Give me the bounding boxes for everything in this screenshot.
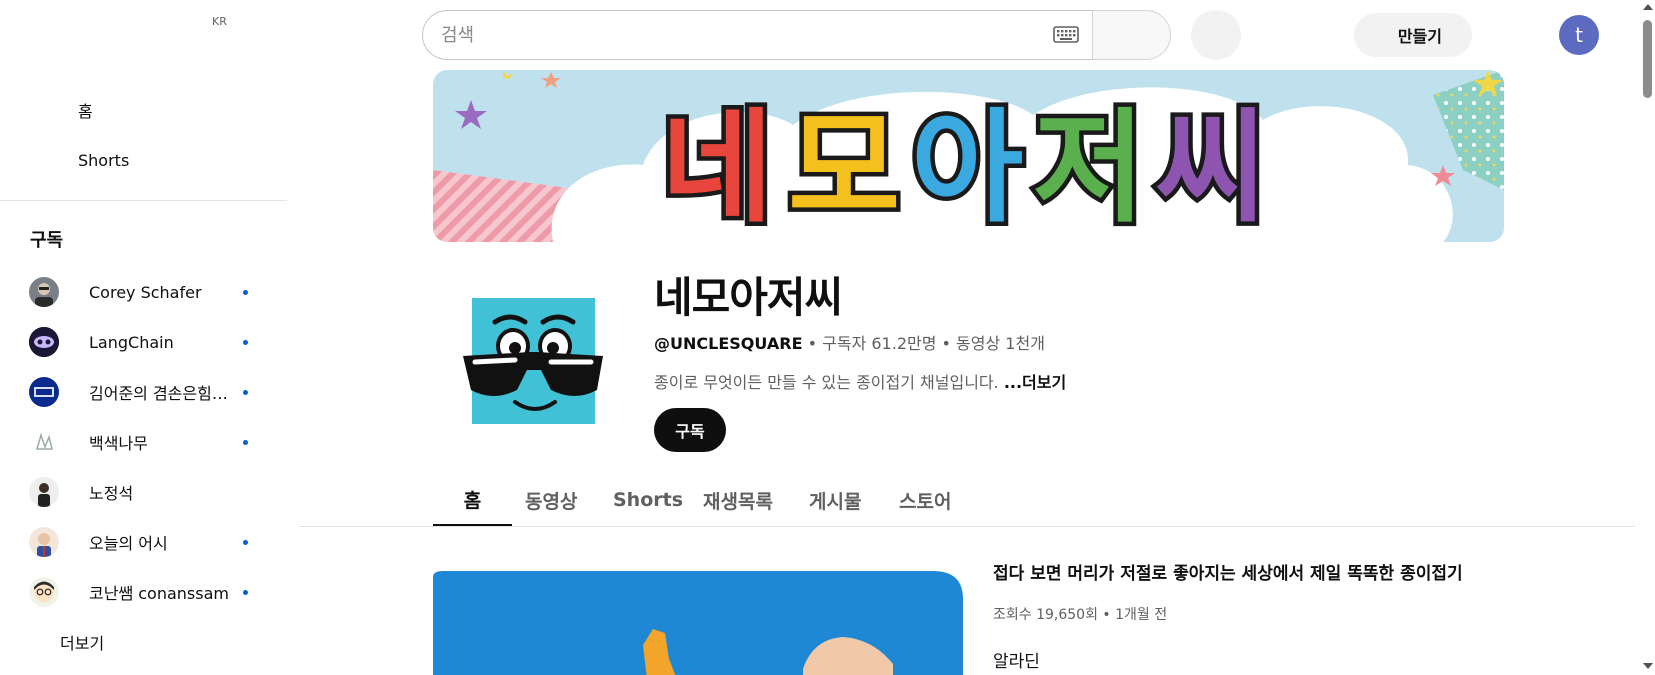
featured-video-thumbnail[interactable] xyxy=(433,559,963,675)
channel-meta: @UNCLESQUARE • 구독자 61.2만명 • 동영상 1천개 xyxy=(654,330,1045,354)
sidebar: KR 홈 Shorts 구독 Corey Schafer LangChain 김… xyxy=(0,0,287,675)
channel-avatar-icon xyxy=(29,577,59,607)
subscription-label: 코난쌤 conanssam xyxy=(89,584,229,603)
channel-avatar-icon xyxy=(29,477,59,507)
page-scrollbar[interactable] xyxy=(1640,0,1655,675)
subscription-item[interactable]: 김어준의 겸손은힘들다 뉴스공장 xyxy=(12,372,276,412)
subscription-item[interactable]: LangChain xyxy=(12,322,276,362)
sidebar-divider xyxy=(0,200,287,201)
channel-description-text: 종이로 무엇이든 만들 수 있는 종이접기 채널입니다. xyxy=(654,373,1004,392)
voice-search-button[interactable] xyxy=(1191,10,1241,60)
sidebar-item-label: 홈 xyxy=(78,102,93,121)
channel-stats: • 구독자 61.2만명 • 동영상 1천개 xyxy=(802,334,1045,353)
channel-description[interactable]: 종이로 무엇이든 만들 수 있는 종이접기 채널입니다. ...더보기 xyxy=(654,369,1066,393)
search-input[interactable] xyxy=(441,11,1041,59)
home-icon xyxy=(30,98,54,122)
tab-posts[interactable]: 게시물 xyxy=(809,474,861,526)
featured-video-title[interactable]: 접다 보면 머리가 저절로 좋아지는 세상에서 제일 똑똑한 종이접기 xyxy=(993,559,1463,584)
description-more-link[interactable]: ...더보기 xyxy=(1004,373,1066,392)
tab-playlists[interactable]: 재생목록 xyxy=(703,474,773,526)
scroll-up-icon[interactable] xyxy=(1643,4,1653,10)
new-content-dot xyxy=(243,540,248,545)
subscribe-button[interactable]: 구독 xyxy=(654,408,726,452)
channel-avatar-icon xyxy=(29,427,59,457)
svg-text:아: 아 xyxy=(911,97,1023,239)
search-box xyxy=(422,10,1092,60)
featured-video-description: 알라딘 xyxy=(993,652,1040,672)
sidebar-item-home[interactable]: 홈 xyxy=(12,90,276,130)
tab-store[interactable]: 스토어 xyxy=(899,474,951,526)
featured-video-stats: 조회수 19,650회 • 1개월 전 xyxy=(993,607,1168,623)
subscription-item[interactable]: 오늘의 어시 xyxy=(12,522,276,562)
new-content-dot xyxy=(243,390,248,395)
new-content-dot xyxy=(243,290,248,295)
subscription-item[interactable]: 노정석 xyxy=(12,472,276,512)
channel-tabs: 홈 동영상 Shorts 재생목록 게시물 스토어 xyxy=(299,474,1635,527)
subscription-label: 노정석 xyxy=(89,484,134,503)
logo-region[interactable]: KR xyxy=(0,0,287,56)
new-content-dot xyxy=(243,340,248,345)
user-avatar[interactable]: t xyxy=(1559,15,1599,55)
new-content-dot xyxy=(243,440,248,445)
svg-text:저: 저 xyxy=(1033,97,1145,239)
sidebar-item-shorts[interactable]: Shorts xyxy=(12,140,276,180)
svg-text:씨: 씨 xyxy=(1155,97,1267,239)
channel-avatar xyxy=(455,290,605,440)
sidebar-item-label: Shorts xyxy=(78,150,130,170)
tab-shorts[interactable]: Shorts xyxy=(613,474,683,526)
shorts-icon xyxy=(30,148,54,172)
subscription-item[interactable]: 백색나무 xyxy=(12,422,276,462)
subscription-label: 김어준의 겸손은힘들다 뉴스공장 xyxy=(89,384,234,403)
country-code: KR xyxy=(212,15,227,28)
subscription-label: 백색나무 xyxy=(89,434,148,453)
show-more-button[interactable]: 더보기 xyxy=(12,622,276,662)
subscription-item[interactable]: Corey Schafer xyxy=(12,272,276,312)
tab-videos[interactable]: 동영상 xyxy=(525,474,577,526)
channel-avatar-icon xyxy=(29,377,59,407)
banner-title: 네 모 아 저 씨 xyxy=(657,93,1272,243)
channel-avatar-icon xyxy=(29,277,59,307)
svg-text:네: 네 xyxy=(661,97,773,239)
search-button[interactable] xyxy=(1092,10,1171,60)
create-label: 만들기 xyxy=(1397,27,1442,46)
tab-home[interactable]: 홈 xyxy=(433,474,512,526)
subscription-label: Corey Schafer xyxy=(89,282,202,302)
show-more-label: 더보기 xyxy=(60,634,105,653)
subscriptions-title[interactable]: 구독 xyxy=(30,226,63,252)
channel-name: 네모아저씨 xyxy=(654,273,843,322)
channel-handle: @UNCLESQUARE xyxy=(654,334,803,353)
channel-avatar-icon xyxy=(29,527,59,557)
subscription-label: LangChain xyxy=(89,332,174,352)
create-button[interactable]: 만들기 xyxy=(1354,13,1472,57)
keyboard-icon[interactable] xyxy=(1053,26,1079,43)
new-content-dot xyxy=(243,590,248,595)
svg-text:모: 모 xyxy=(788,97,900,239)
scroll-down-icon[interactable] xyxy=(1643,663,1653,669)
scroll-thumb[interactable] xyxy=(1643,20,1652,98)
subscription-label: 오늘의 어시 xyxy=(89,534,168,553)
channel-avatar-icon xyxy=(29,327,59,357)
channel-banner: 네 모 아 저 씨 xyxy=(433,70,1504,242)
subscription-item[interactable]: 코난쌤 conanssam xyxy=(12,572,276,612)
